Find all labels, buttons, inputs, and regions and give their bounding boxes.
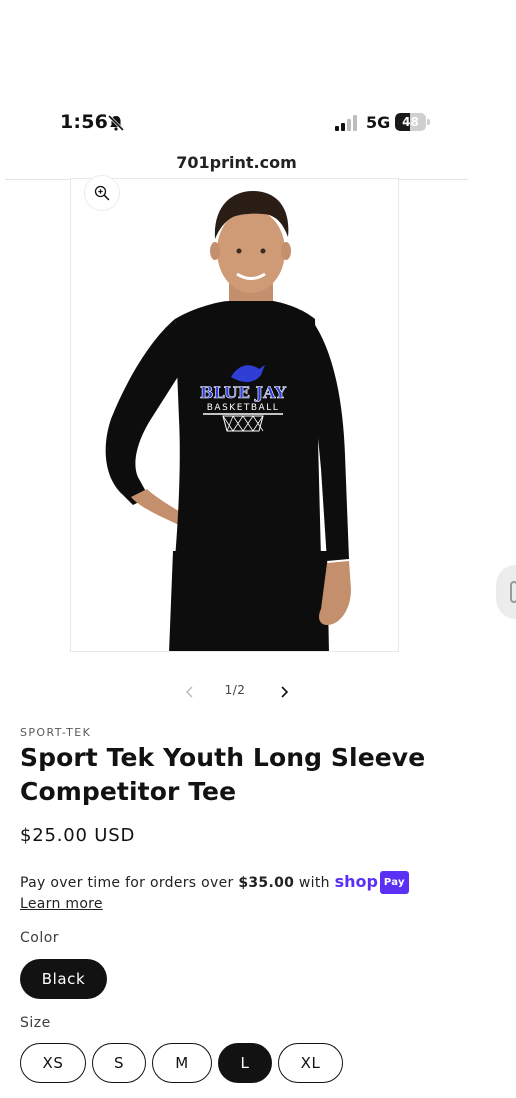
battery-percent: 48 — [402, 115, 419, 129]
size-option-xs[interactable]: XS — [20, 1043, 86, 1083]
color-option-black[interactable]: Black — [20, 959, 107, 999]
slider-counter: 1/2 — [224, 683, 246, 697]
color-label: Color — [20, 930, 60, 946]
size-option-l[interactable]: L — [218, 1043, 272, 1083]
product-title: Sport Tek Youth Long Sleeve Competitor T… — [20, 743, 426, 806]
side-scroll-handle[interactable] — [496, 565, 516, 619]
product-vendor: SPORT-TEK — [20, 726, 92, 739]
zoom-in-icon — [94, 185, 110, 201]
size-options: XS S M L XL — [20, 1043, 360, 1083]
product-image: BLUE JAY BASKETBALL — [71, 179, 398, 651]
chevron-right-icon[interactable] — [274, 682, 294, 702]
network-type: 5G — [366, 113, 391, 132]
bell-slash-icon — [107, 114, 125, 132]
shop-pay-logo: shop — [334, 872, 378, 891]
status-bar: 1:56 5G 48 — [0, 108, 470, 138]
battery-icon: 48 — [395, 113, 431, 131]
status-time: 1:56 — [60, 111, 109, 133]
slider-controls: 1/2 — [170, 678, 300, 706]
shirt-print-title: BLUE JAY — [200, 383, 287, 402]
installments-banner: Pay over time for orders over $35.00 wit… — [20, 871, 480, 915]
size-option-m[interactable]: M — [152, 1043, 212, 1083]
size-option-xl[interactable]: XL — [278, 1043, 343, 1083]
shop-pay-badge: Pay — [379, 871, 409, 894]
installments-text-after: with — [294, 875, 335, 891]
learn-more-link[interactable]: Learn more — [20, 894, 103, 915]
installments-text: Pay over time for orders over — [20, 875, 239, 891]
size-option-s[interactable]: S — [92, 1043, 146, 1083]
url-text: 701print.com — [176, 153, 297, 172]
address-bar[interactable]: 701print.com — [5, 150, 468, 180]
cellular-signal-icon — [335, 115, 357, 131]
product-media[interactable]: BLUE JAY BASKETBALL — [70, 178, 399, 652]
size-label: Size — [20, 1015, 51, 1031]
chevron-left-icon[interactable] — [180, 682, 200, 702]
zoom-button[interactable] — [84, 175, 120, 211]
shirt-print-subtitle: BASKETBALL — [207, 403, 280, 413]
product-price: $25.00 USD — [20, 825, 136, 846]
installments-threshold: $35.00 — [238, 875, 295, 891]
